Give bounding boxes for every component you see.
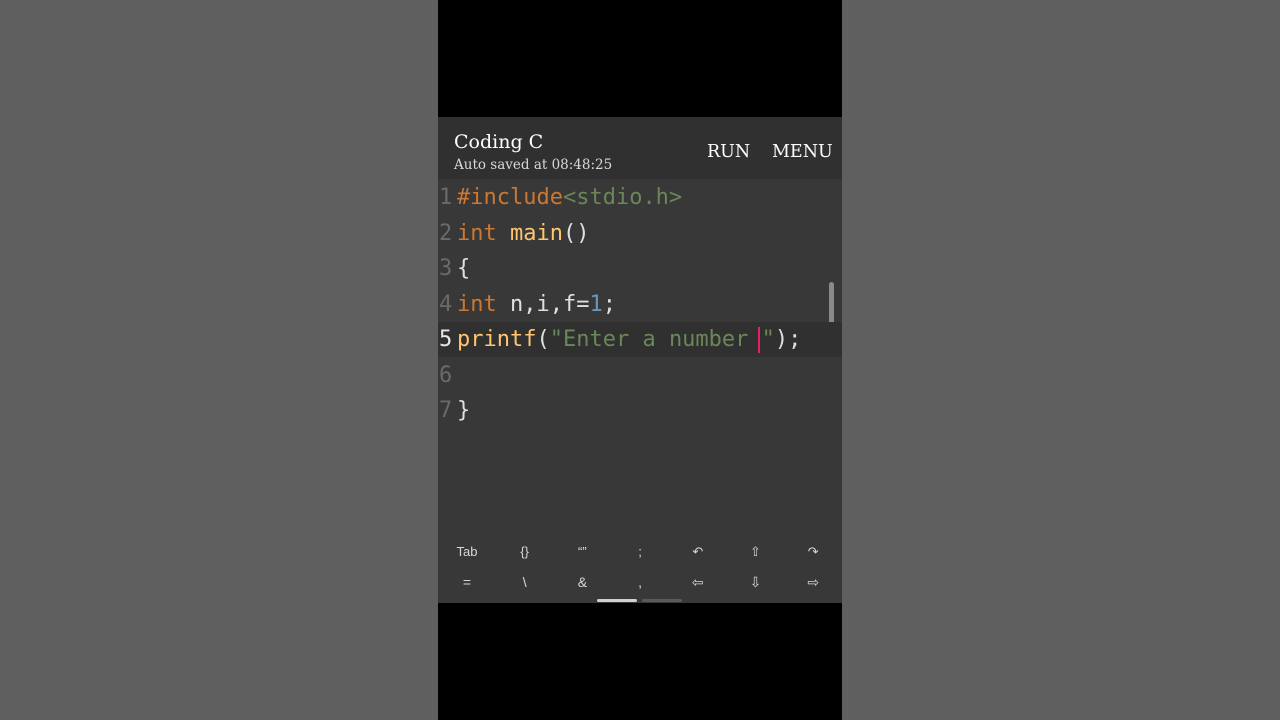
line-number: 3 <box>439 256 453 281</box>
code-line[interactable]: 1 #include<stdio.h> <box>438 180 842 215</box>
code-token: int <box>457 291 497 317</box>
text-cursor <box>757 327 760 353</box>
code-token: " <box>761 327 775 352</box>
code-token: printf <box>457 327 537 352</box>
code-token: "Enter a number <box>549 327 762 352</box>
code-token: n,i,f= <box>496 291 590 317</box>
code-text: } <box>457 393 470 428</box>
equals-key[interactable]: = <box>439 574 496 590</box>
extra-keys-bar: Tab{} “”; ↶ ⇧ ↷ = \ &, ⇦ ⇩ ⇨ <box>438 537 842 603</box>
code-token: ; <box>602 291 616 317</box>
app-bar: Coding C Auto saved at 08:48:25 RUN MENU <box>438 117 842 179</box>
quotes-key[interactable]: “” <box>554 544 611 559</box>
code-text: { <box>457 251 470 286</box>
line-number: 2 <box>439 220 453 246</box>
arrow-left-icon[interactable]: ⇦ <box>669 574 726 591</box>
arrow-down-icon[interactable]: ⇩ <box>727 574 784 591</box>
code-line[interactable]: 4 int n,i,f=1; <box>438 287 842 322</box>
code-token: ( <box>536 327 550 352</box>
semicolon-key[interactable]: ; <box>612 544 669 559</box>
line-number: 6 <box>439 362 453 388</box>
run-button[interactable]: RUN <box>707 142 750 162</box>
code-token: { <box>457 256 471 281</box>
code-line[interactable]: 7} <box>438 393 842 428</box>
code-text: int main() <box>457 216 589 251</box>
autosave-status: Auto saved at 08:48:25 <box>454 157 613 173</box>
code-line[interactable]: 3{ <box>438 251 842 286</box>
page-indicator-active <box>597 599 637 602</box>
code-token: () <box>562 220 590 246</box>
redo-icon[interactable]: ↷ <box>785 544 842 560</box>
code-token: ); <box>774 327 802 352</box>
code-token: main <box>510 220 563 246</box>
code-token: <stdio.h> <box>562 185 683 210</box>
code-text: #include<stdio.h> <box>457 180 682 215</box>
right-blur-background <box>842 0 1280 720</box>
code-line[interactable]: 2 int main() <box>438 216 842 251</box>
line-number: 4 <box>439 291 453 317</box>
backslash-key[interactable]: \ <box>496 574 553 590</box>
tab-key[interactable]: Tab <box>439 544 496 559</box>
line-number: 7 <box>439 398 453 423</box>
menu-button[interactable]: MENU <box>772 142 833 162</box>
left-blur-background <box>0 0 438 720</box>
undo-icon[interactable]: ↶ <box>669 544 726 560</box>
code-editor[interactable]: 1 #include<stdio.h> 2 int main() 3{4 int n,i,… <box>438 179 842 537</box>
line-number: 5 <box>439 327 453 352</box>
code-text: printf("Enter a number "); <box>457 322 801 357</box>
code-editor-app: Coding C Auto saved at 08:48:25 RUN MENU… <box>438 117 842 603</box>
line-number: 1 <box>439 185 453 210</box>
comma-key[interactable]: , <box>612 574 669 590</box>
code-token: #include <box>457 185 563 210</box>
page-indicator-inactive <box>642 599 682 602</box>
code-text: int n,i,f=1; <box>457 287 616 322</box>
braces-key[interactable]: {} <box>496 544 553 559</box>
code-token: int <box>457 220 497 246</box>
arrow-right-icon[interactable]: ⇨ <box>785 574 842 591</box>
file-title: Coding C <box>454 131 544 153</box>
ampersand-key[interactable]: & <box>554 574 611 590</box>
code-token: 1 <box>589 291 603 317</box>
code-token: } <box>457 398 471 423</box>
code-line[interactable]: 6 <box>438 358 842 393</box>
code-line[interactable]: 5 printf("Enter a number "); <box>438 322 842 357</box>
phone-screen: Coding C Auto saved at 08:48:25 RUN MENU… <box>438 0 842 720</box>
shift-up-icon[interactable]: ⇧ <box>727 544 784 560</box>
